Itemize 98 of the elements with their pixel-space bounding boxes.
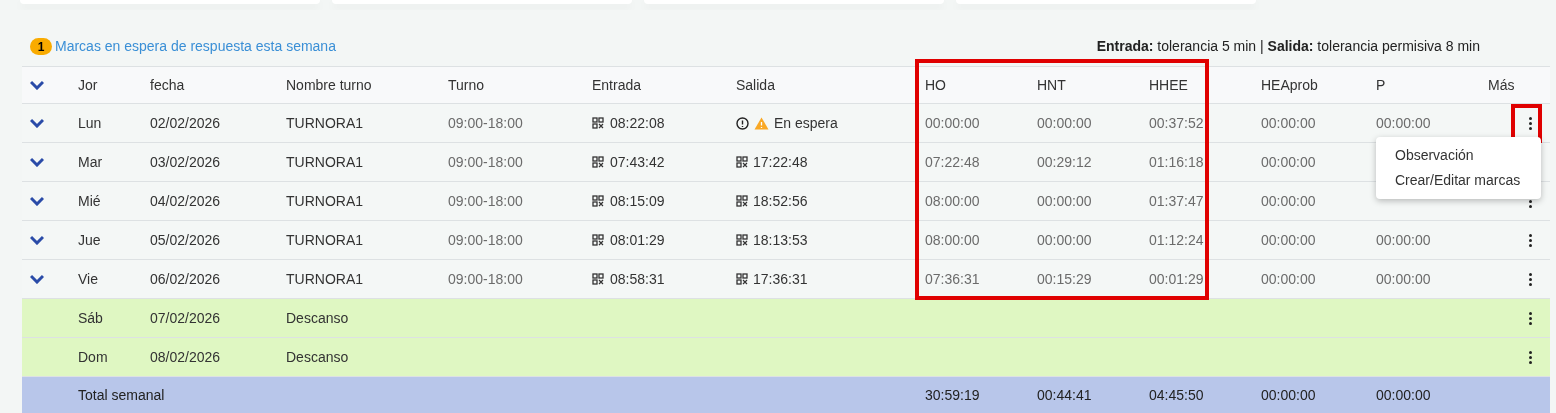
menu-item[interactable]: Crear/Editar marcas (1376, 168, 1541, 193)
entry-time-cell-text: 08:01:29 (610, 230, 665, 250)
qr-code-icon (592, 117, 604, 129)
time-cell-text: 00:15:29 (1037, 269, 1092, 289)
qr-code-icon (736, 195, 748, 207)
date-cell-text: 05/02/2026 (150, 230, 221, 250)
total-cell-text: 04:45:50 (1149, 385, 1204, 405)
time-cell-text: 01:16:18 (1149, 152, 1204, 172)
qr-code-icon (592, 156, 604, 168)
menu-item[interactable]: Observación (1376, 143, 1541, 168)
column-header: HEAprob (1261, 75, 1318, 95)
column-header: Entrada (592, 75, 642, 95)
exit-time-cell-text: 18:52:56 (753, 191, 808, 211)
column-header: P (1376, 75, 1386, 95)
time-cell-text: 00:00:00 (1261, 230, 1316, 250)
day-cell-text: Dom (78, 347, 108, 367)
shift-name-cell-text: TURNORA1 (286, 191, 363, 211)
tolerance-text: Entrada: tolerancia 5 min | Salida: tolerancia permisiva 8 min (1096, 37, 1480, 56)
qr-code-icon (592, 195, 604, 207)
day-cell-text: Mié (78, 191, 101, 211)
time-cell-text: 00:00:00 (1376, 113, 1431, 133)
shift-cell-text: 09:00-18:00 (448, 269, 523, 289)
chevron-down-icon[interactable] (30, 235, 44, 245)
time-cell-text: 00:00:00 (1037, 230, 1092, 250)
time-cell-text: 00:37:52 (1149, 113, 1204, 133)
entry-time-cell-text: 08:58:31 (610, 269, 665, 289)
day-cell-text: Sáb (78, 308, 103, 328)
exit-time-cell-text: 17:36:31 (753, 269, 808, 289)
date-cell-text: 03/02/2026 (150, 152, 221, 172)
shift-name-cell-text: Descanso (286, 308, 349, 328)
qr-code-icon (736, 234, 748, 246)
qr-code-icon (592, 273, 604, 285)
time-cell-text: 00:00:00 (925, 113, 980, 133)
time-cell-text: 07:36:31 (925, 269, 980, 289)
exit-time-cell-text: 17:22:48 (753, 152, 808, 172)
total-label: Total semanal (78, 385, 165, 405)
date-cell-text: 04/02/2026 (150, 191, 221, 211)
day-cell-text: Lun (78, 113, 102, 133)
column-header: fecha (150, 75, 185, 95)
time-cell-text: 01:37:47 (1149, 191, 1204, 211)
time-cell-text: 07:22:48 (925, 152, 980, 172)
date-cell-text: 08/02/2026 (150, 347, 221, 367)
shift-name-cell-text: Descanso (286, 347, 349, 367)
column-header: Turno (448, 75, 485, 95)
shift-cell-text: 09:00-18:00 (448, 191, 523, 211)
entry-time-cell-text: 08:22:08 (610, 113, 665, 133)
date-cell-text: 02/02/2026 (150, 113, 221, 133)
column-header: Jor (78, 75, 98, 95)
entry-time-cell-text: 08:15:09 (610, 191, 665, 211)
date-cell-text: 06/02/2026 (150, 269, 221, 289)
column-header: HNT (1037, 75, 1066, 95)
shift-name-cell-text: TURNORA1 (286, 230, 363, 250)
shift-cell-text: 09:00-18:00 (448, 152, 523, 172)
pending-status: En espera (774, 113, 838, 133)
time-cell-text: 00:00:00 (1376, 269, 1431, 289)
total-cell-text: 00:00:00 (1261, 385, 1316, 405)
time-cell-text: 00:00:00 (1376, 230, 1431, 250)
entry-time-cell-text: 07:43:42 (610, 152, 665, 172)
warning-icon (754, 116, 769, 130)
time-cell-text: 00:29:12 (1037, 152, 1092, 172)
column-header: HHEE (1149, 75, 1188, 95)
column-header: Nombre turno (286, 75, 372, 95)
day-cell-text: Jue (78, 230, 101, 250)
date-cell-text: 07/02/2026 (150, 308, 221, 328)
column-header: HO (925, 75, 946, 95)
time-cell-text: 08:00:00 (925, 230, 980, 250)
qr-code-icon (592, 234, 604, 246)
qr-code-icon (736, 156, 748, 168)
alert-circle-icon (736, 116, 749, 130)
time-cell-text: 00:01:29 (1149, 269, 1204, 289)
shift-name-cell-text: TURNORA1 (286, 152, 363, 172)
time-cell-text: 00:00:00 (1261, 269, 1316, 289)
day-cell-text: Mar (78, 152, 103, 172)
column-header: Salida (736, 75, 775, 95)
chevron-down-icon[interactable] (30, 274, 44, 284)
shift-cell-text: 09:00-18:00 (448, 230, 523, 250)
chevron-down-icon[interactable] (30, 196, 44, 206)
shift-cell-text: 09:00-18:00 (448, 113, 523, 133)
exit-time-cell-text: 18:13:53 (753, 230, 808, 250)
total-cell-text: 00:44:41 (1037, 385, 1092, 405)
time-cell-text: 00:00:00 (1261, 152, 1316, 172)
shift-name-cell-text: TURNORA1 (286, 113, 363, 133)
time-cell-text: 00:00:00 (1261, 191, 1316, 211)
shift-name-cell-text: TURNORA1 (286, 269, 363, 289)
total-cell-text: 00:00:00 (1376, 385, 1431, 405)
time-cell-text: 08:00:00 (925, 191, 980, 211)
chevron-down-icon[interactable] (30, 118, 44, 128)
time-cell-text: 00:00:00 (1261, 113, 1316, 133)
time-cell-text: 00:00:00 (1037, 191, 1092, 211)
day-cell-text: Vie (78, 269, 98, 289)
chevron-down-icon[interactable] (30, 80, 44, 90)
count-badge: 1 (30, 38, 52, 55)
time-cell-text: 01:12:24 (1149, 230, 1204, 250)
chevron-down-icon[interactable] (30, 157, 44, 167)
total-cell-text: 30:59:19 (925, 385, 980, 405)
column-header: Más (1488, 75, 1515, 95)
qr-code-icon (736, 273, 748, 285)
time-cell-text: 00:00:00 (1037, 113, 1092, 133)
